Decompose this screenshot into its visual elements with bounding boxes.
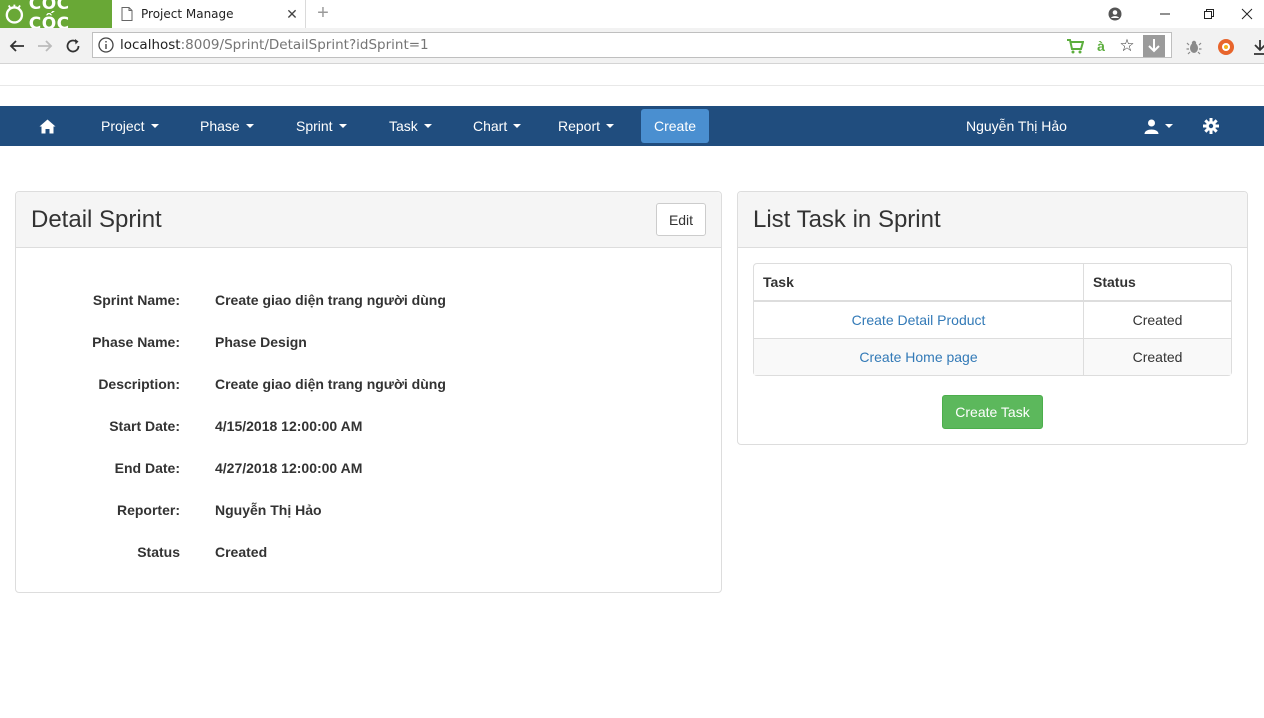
detail-label: Phase Name: bbox=[92, 334, 180, 350]
task-cell: Create Detail Product bbox=[754, 301, 1084, 338]
nav-sprint-label: Sprint bbox=[296, 118, 333, 134]
detail-label: Sprint Name: bbox=[92, 292, 180, 308]
nav-chart[interactable]: Chart bbox=[473, 106, 522, 146]
detail-value: 4/27/2018 12:00:00 AM bbox=[215, 460, 363, 476]
restore-icon[interactable] bbox=[1186, 0, 1232, 28]
edit-button[interactable]: Edit bbox=[656, 203, 706, 236]
detail-row-description: Description: Create giao diện trang ngườ… bbox=[16, 376, 716, 396]
detail-row-reporter: Reporter: Nguyễn Thị Hảo bbox=[16, 502, 716, 522]
caret-down-icon bbox=[245, 124, 254, 128]
detail-label: Start Date: bbox=[109, 418, 180, 434]
url-host: localhost bbox=[120, 37, 181, 53]
task-link[interactable]: Create Home page bbox=[859, 349, 977, 365]
table-row: Create Home page Created bbox=[754, 338, 1231, 375]
bug-extension-icon[interactable] bbox=[1184, 37, 1204, 57]
coccoc-logo-icon bbox=[5, 4, 24, 24]
task-table: Task Status Create Detail Product Create… bbox=[753, 263, 1232, 376]
table-header-row: Task Status bbox=[754, 264, 1231, 301]
forward-arrow-icon[interactable] bbox=[35, 36, 55, 56]
detail-row-end-date: End Date: 4/27/2018 12:00:00 AM bbox=[16, 460, 716, 480]
detail-row-phase-name: Phase Name: Phase Design bbox=[16, 334, 716, 354]
nav-phase[interactable]: Phase bbox=[200, 106, 254, 146]
nav-user-name[interactable]: Nguyễn Thị Hảo bbox=[966, 106, 1067, 146]
browser-brand[interactable]: CỐC CỐC bbox=[0, 0, 112, 34]
new-tab-icon[interactable]: + bbox=[313, 3, 333, 23]
detail-row-sprint-name: Sprint Name: Create giao diện trang ngườ… bbox=[16, 292, 716, 312]
nav-task-label: Task bbox=[389, 118, 418, 134]
nav-project[interactable]: Project bbox=[101, 106, 159, 146]
downloads-icon[interactable] bbox=[1250, 37, 1264, 57]
detail-sprint-heading: Detail Sprint Edit bbox=[16, 192, 721, 248]
close-window-icon[interactable] bbox=[1230, 0, 1264, 28]
nav-phase-label: Phase bbox=[200, 118, 240, 134]
detail-label: End Date: bbox=[114, 460, 180, 476]
create-task-button[interactable]: Create Task bbox=[942, 395, 1043, 429]
tab-title: Project Manage bbox=[141, 7, 234, 21]
info-icon[interactable] bbox=[98, 37, 114, 53]
detail-label: Reporter: bbox=[116, 502, 180, 518]
detail-value: Nguyễn Thị Hảo bbox=[215, 502, 322, 518]
user-icon bbox=[1144, 119, 1159, 134]
nav-report-label: Report bbox=[558, 118, 601, 134]
bookmarks-strip bbox=[0, 64, 1264, 86]
star-icon[interactable]: ☆ bbox=[1117, 36, 1137, 56]
close-tab-icon[interactable]: ✕ bbox=[285, 6, 299, 22]
nav-project-label: Project bbox=[101, 118, 145, 134]
user-menu[interactable] bbox=[1144, 106, 1173, 146]
back-arrow-icon[interactable] bbox=[7, 36, 27, 56]
detail-row-start-date: Start Date: 4/15/2018 12:00:00 AM bbox=[16, 418, 716, 438]
detail-value: Create giao diện trang người dùng bbox=[215, 376, 446, 392]
caret-down-icon bbox=[1165, 124, 1173, 128]
caret-down-icon bbox=[606, 124, 615, 128]
detail-value: Created bbox=[215, 544, 268, 560]
typing-icon[interactable]: à bbox=[1091, 36, 1111, 56]
table-row: Create Detail Product Created bbox=[754, 301, 1231, 338]
browser-tab[interactable]: Project Manage ✕ bbox=[112, 0, 306, 28]
caret-down-icon bbox=[338, 124, 347, 128]
nav-task[interactable]: Task bbox=[389, 106, 432, 146]
nav-sprint[interactable]: Sprint bbox=[296, 106, 347, 146]
caret-down-icon bbox=[423, 124, 432, 128]
browser-tabstrip: CỐC CỐC Project Manage ✕ + bbox=[0, 0, 1264, 34]
caret-down-icon bbox=[150, 124, 159, 128]
page-icon bbox=[121, 7, 133, 21]
task-cell: Create Home page bbox=[754, 338, 1084, 375]
address-bar[interactable]: localhost:8009/Sprint/DetailSprint?idSpr… bbox=[92, 32, 1172, 58]
status-cell: Created bbox=[1084, 301, 1231, 338]
nav-create-button[interactable]: Create bbox=[641, 109, 709, 143]
detail-sprint-panel: Detail Sprint Edit Sprint Name: Create g… bbox=[15, 191, 722, 593]
coccoc-extension-icon[interactable] bbox=[1216, 37, 1236, 57]
minimize-icon[interactable] bbox=[1142, 0, 1188, 28]
gear-icon[interactable] bbox=[1203, 106, 1219, 146]
status-cell: Created bbox=[1084, 338, 1231, 375]
task-list-panel: List Task in Sprint Task Status Create D… bbox=[737, 191, 1248, 445]
detail-value: Phase Design bbox=[215, 334, 307, 350]
caret-down-icon bbox=[513, 124, 522, 128]
detail-value: 4/15/2018 12:00:00 AM bbox=[215, 418, 363, 434]
detail-label: Status bbox=[137, 544, 180, 560]
download-icon[interactable] bbox=[1143, 35, 1165, 57]
reload-icon[interactable] bbox=[63, 36, 83, 56]
browser-toolbar: localhost:8009/Sprint/DetailSprint?idSpr… bbox=[0, 28, 1264, 64]
task-link[interactable]: Create Detail Product bbox=[852, 312, 986, 328]
detail-sprint-title: Detail Sprint bbox=[31, 206, 162, 233]
cart-icon[interactable] bbox=[1065, 36, 1085, 56]
detail-label: Description: bbox=[98, 376, 180, 392]
home-icon[interactable] bbox=[39, 106, 56, 146]
app-navbar: Project Phase Sprint Task Chart Report C… bbox=[0, 106, 1264, 146]
profile-icon[interactable] bbox=[1092, 0, 1138, 28]
nav-chart-label: Chart bbox=[473, 118, 508, 134]
nav-report[interactable]: Report bbox=[558, 106, 615, 146]
column-header-status: Status bbox=[1084, 264, 1231, 301]
detail-row-status: Status Created bbox=[16, 544, 716, 564]
task-list-title: List Task in Sprint bbox=[753, 206, 941, 233]
column-header-task: Task bbox=[754, 264, 1084, 301]
task-list-heading: List Task in Sprint bbox=[738, 192, 1247, 248]
detail-value: Create giao diện trang người dùng bbox=[215, 292, 446, 308]
url-path: :8009/Sprint/DetailSprint?idSprint=1 bbox=[180, 37, 429, 53]
